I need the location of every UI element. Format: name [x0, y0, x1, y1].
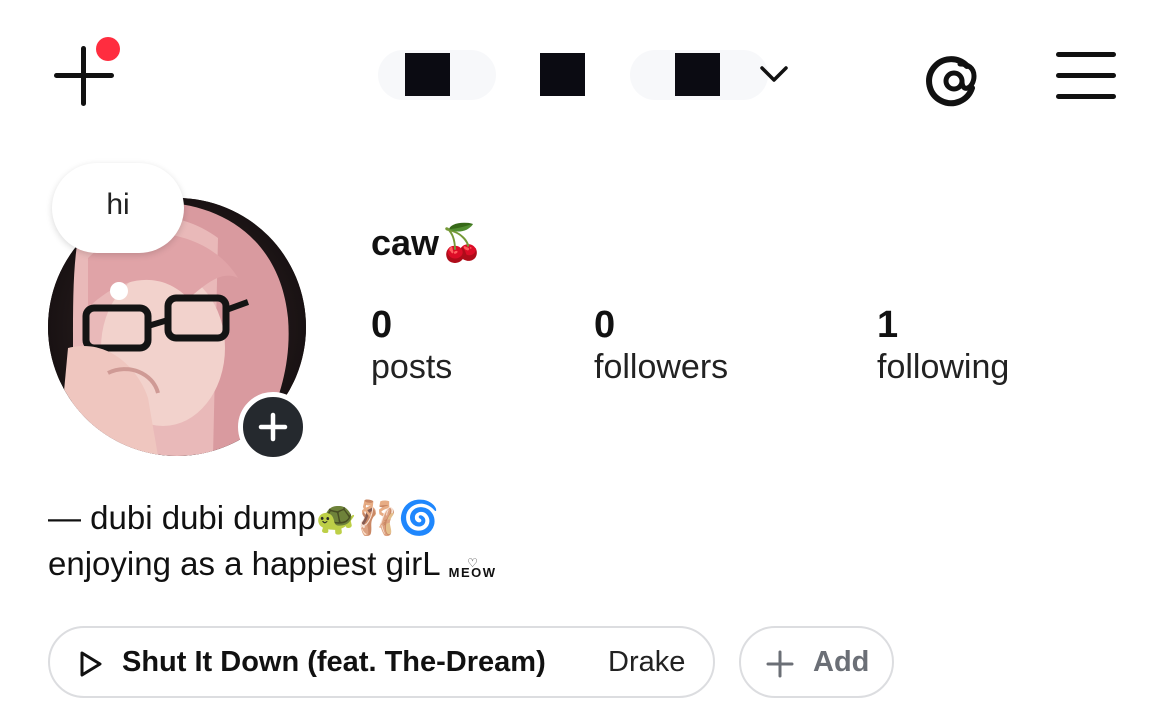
music-artist: Drake — [608, 646, 686, 678]
redacted-username-block — [405, 53, 450, 96]
stat-posts[interactable]: 0 posts — [371, 305, 452, 389]
chevron-down-icon[interactable] — [758, 58, 790, 90]
play-icon — [80, 651, 102, 677]
music-song-title: Shut It Down (feat. The-Dream) — [122, 646, 546, 678]
plus-icon — [258, 412, 288, 442]
bio-line-2: enjoying as a happiest girL ♡ MEOW — [48, 541, 497, 587]
add-button-label: Add — [813, 646, 870, 678]
stat-label: followers — [594, 348, 729, 386]
note-bubble[interactable]: hi — [52, 163, 184, 253]
menu-line — [1056, 73, 1116, 78]
stat-value: 1 — [877, 304, 899, 346]
top-bar — [0, 0, 1170, 150]
menu-line — [1056, 94, 1116, 99]
note-text: hi — [106, 188, 130, 221]
stat-value: 0 — [371, 304, 393, 346]
profile-username: caw🍒 — [371, 222, 484, 263]
stat-following[interactable]: 1 following — [877, 305, 1009, 389]
stat-label: posts — [371, 348, 453, 386]
threads-icon[interactable] — [922, 46, 986, 110]
note-bubble-tail — [110, 282, 128, 300]
meow-sticker: ♡ MEOW — [448, 557, 497, 580]
bio-line: — dubi dubi dump🐢🩰🌀 — [48, 499, 440, 536]
profile-bio: — dubi dubi dump🐢🩰🌀 enjoying as a happie… — [48, 495, 497, 587]
meow-word: MEOW — [448, 565, 497, 580]
notification-dot — [96, 37, 120, 61]
profile-music-chip[interactable]: Shut It Down (feat. The-Dream) Drake — [48, 626, 715, 698]
add-button[interactable]: Add — [739, 626, 894, 698]
menu-line — [1056, 52, 1116, 57]
add-story-button[interactable] — [238, 392, 308, 462]
plus-icon-vertical — [81, 46, 86, 106]
redacted-username-block — [675, 53, 720, 96]
stat-label: following — [877, 348, 1010, 386]
hamburger-menu-icon[interactable] — [1054, 52, 1118, 102]
redacted-username-block — [540, 53, 585, 96]
stat-value: 0 — [594, 304, 616, 346]
plus-icon — [766, 650, 794, 678]
bio-line: enjoying as a happiest girL — [48, 545, 441, 582]
account-switcher[interactable] — [378, 50, 798, 100]
stat-followers[interactable]: 0 followers — [594, 305, 728, 389]
